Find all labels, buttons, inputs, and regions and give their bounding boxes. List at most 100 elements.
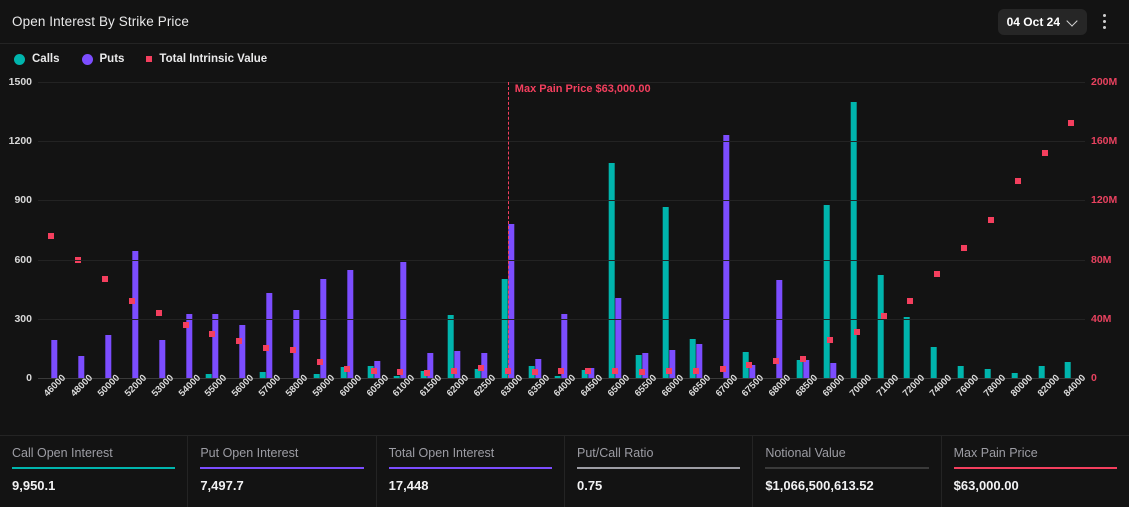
put-bar[interactable] <box>508 224 515 378</box>
call-bar[interactable] <box>957 366 964 378</box>
intrinsic-value-point[interactable] <box>531 369 538 376</box>
bar-group[interactable] <box>548 82 575 378</box>
put-bar[interactable] <box>239 325 246 378</box>
bar-group[interactable] <box>360 82 387 378</box>
intrinsic-value-point[interactable] <box>638 369 645 376</box>
bar-group[interactable] <box>387 82 414 378</box>
intrinsic-value-point[interactable] <box>853 329 860 336</box>
call-bar[interactable] <box>608 162 615 378</box>
legend-item-calls[interactable]: Calls <box>14 53 60 65</box>
intrinsic-value-point[interactable] <box>987 216 994 223</box>
intrinsic-value-point[interactable] <box>290 346 297 353</box>
bar-group[interactable] <box>897 82 924 378</box>
intrinsic-value-point[interactable] <box>128 298 135 305</box>
bar-group[interactable] <box>65 82 92 378</box>
intrinsic-value-point[interactable] <box>209 330 216 337</box>
bar-group[interactable] <box>414 82 441 378</box>
intrinsic-value-point[interactable] <box>612 367 619 374</box>
intrinsic-value-point[interactable] <box>424 369 431 376</box>
bar-group[interactable] <box>172 82 199 378</box>
intrinsic-value-point[interactable] <box>907 298 914 305</box>
intrinsic-value-point[interactable] <box>182 321 189 328</box>
bar-group[interactable] <box>629 82 656 378</box>
intrinsic-value-point[interactable] <box>558 367 565 374</box>
bar-group[interactable] <box>226 82 253 378</box>
bar-group[interactable] <box>521 82 548 378</box>
call-bar[interactable] <box>850 101 857 378</box>
bar-group[interactable] <box>253 82 280 378</box>
bar-group[interactable] <box>1058 82 1085 378</box>
bar-group[interactable] <box>468 82 495 378</box>
call-bar[interactable] <box>930 347 937 378</box>
legend-item-puts[interactable]: Puts <box>81 53 124 65</box>
intrinsic-value-point[interactable] <box>370 367 377 374</box>
put-bar[interactable] <box>159 340 166 378</box>
put-bar[interactable] <box>347 269 354 378</box>
bar-group[interactable] <box>655 82 682 378</box>
kebab-menu-icon[interactable] <box>1091 9 1117 35</box>
intrinsic-value-point[interactable] <box>343 366 350 373</box>
put-bar[interactable] <box>51 340 58 378</box>
intrinsic-value-point[interactable] <box>692 368 699 375</box>
bar-group[interactable] <box>870 82 897 378</box>
bar-group[interactable] <box>709 82 736 378</box>
intrinsic-value-point[interactable] <box>155 309 162 316</box>
intrinsic-value-point[interactable] <box>773 357 780 364</box>
put-bar[interactable] <box>454 350 461 378</box>
bar-group[interactable] <box>682 82 709 378</box>
bar-group[interactable] <box>816 82 843 378</box>
date-picker[interactable]: 04 Oct 24 <box>997 8 1087 35</box>
put-bar[interactable] <box>722 134 729 378</box>
call-bar[interactable] <box>662 207 669 378</box>
intrinsic-value-point[interactable] <box>1068 120 1075 127</box>
put-bar[interactable] <box>615 298 622 378</box>
bar-group[interactable] <box>306 82 333 378</box>
call-bar[interactable] <box>904 316 911 378</box>
intrinsic-value-point[interactable] <box>316 358 323 365</box>
bar-group[interactable] <box>978 82 1005 378</box>
bar-group[interactable] <box>145 82 172 378</box>
bar-group[interactable] <box>951 82 978 378</box>
intrinsic-value-point[interactable] <box>102 275 109 282</box>
bar-group[interactable] <box>280 82 307 378</box>
intrinsic-value-point[interactable] <box>451 367 458 374</box>
intrinsic-value-point[interactable] <box>800 355 807 362</box>
bar-group[interactable] <box>763 82 790 378</box>
bar-group[interactable] <box>924 82 951 378</box>
bar-group[interactable] <box>1031 82 1058 378</box>
call-bar[interactable] <box>501 279 508 378</box>
put-bar[interactable] <box>293 309 300 378</box>
intrinsic-value-point[interactable] <box>585 368 592 375</box>
bar-group[interactable] <box>38 82 65 378</box>
intrinsic-value-point[interactable] <box>397 369 404 376</box>
call-bar[interactable] <box>1065 362 1072 378</box>
bar-group[interactable] <box>736 82 763 378</box>
put-bar[interactable] <box>105 334 112 378</box>
bar-group[interactable] <box>199 82 226 378</box>
intrinsic-value-point[interactable] <box>934 271 941 278</box>
intrinsic-value-point[interactable] <box>236 338 243 344</box>
call-bar[interactable] <box>877 275 884 378</box>
bar-group[interactable] <box>441 82 468 378</box>
bar-group[interactable] <box>602 82 629 378</box>
intrinsic-value-point[interactable] <box>1014 178 1021 185</box>
call-bar[interactable] <box>1038 366 1045 378</box>
call-bar[interactable] <box>796 360 803 378</box>
call-bar[interactable] <box>823 205 830 378</box>
intrinsic-value-point[interactable] <box>665 368 672 375</box>
intrinsic-value-point[interactable] <box>477 364 484 371</box>
put-bar[interactable] <box>132 250 139 378</box>
intrinsic-value-point[interactable] <box>719 366 726 373</box>
bar-group[interactable] <box>790 82 817 378</box>
bar-group[interactable] <box>575 82 602 378</box>
put-bar[interactable] <box>266 293 273 378</box>
call-bar[interactable] <box>984 369 991 378</box>
bar-group[interactable] <box>843 82 870 378</box>
intrinsic-value-point[interactable] <box>263 345 270 352</box>
bar-group[interactable] <box>92 82 119 378</box>
intrinsic-value-point[interactable] <box>826 336 833 343</box>
legend-item-total-intrinsic-value[interactable]: Total Intrinsic Value <box>146 53 267 65</box>
bar-group[interactable] <box>119 82 146 378</box>
put-bar[interactable] <box>400 261 407 378</box>
intrinsic-value-point[interactable] <box>1041 150 1048 157</box>
